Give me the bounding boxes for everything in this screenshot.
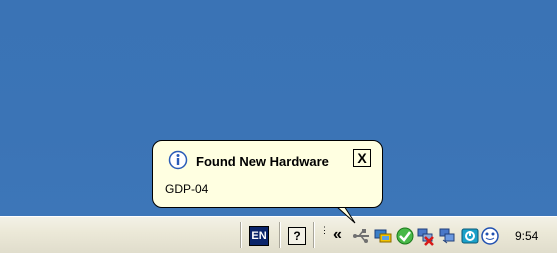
balloon-message: GDP-04 <box>165 182 209 196</box>
network-disconnected-icon[interactable] <box>416 226 436 246</box>
check-shield-icon[interactable] <box>395 226 415 246</box>
show-hidden-icons-button[interactable]: « <box>333 226 342 244</box>
toolbar-grip-handle[interactable]: ⋮ <box>320 225 329 247</box>
help-button[interactable]: ? <box>288 227 306 245</box>
taskbar-separator <box>240 222 241 248</box>
language-indicator[interactable]: EN <box>249 226 269 246</box>
balloon-close-button[interactable]: X <box>353 149 371 167</box>
info-icon <box>168 150 188 170</box>
notification-balloon[interactable]: Found New Hardware X GDP-04 <box>152 140 383 208</box>
connection-icon[interactable] <box>437 226 457 246</box>
system-clock[interactable]: 9:54 <box>515 229 538 243</box>
power-icon[interactable] <box>460 226 480 246</box>
balloon-tail <box>335 206 356 224</box>
face-icon[interactable] <box>480 226 500 246</box>
balloon-title: Found New Hardware <box>196 154 329 169</box>
taskbar-separator <box>279 222 280 248</box>
network-computer-icon[interactable] <box>373 226 393 246</box>
taskbar-separator <box>313 222 314 248</box>
usb-icon[interactable] <box>352 226 372 246</box>
